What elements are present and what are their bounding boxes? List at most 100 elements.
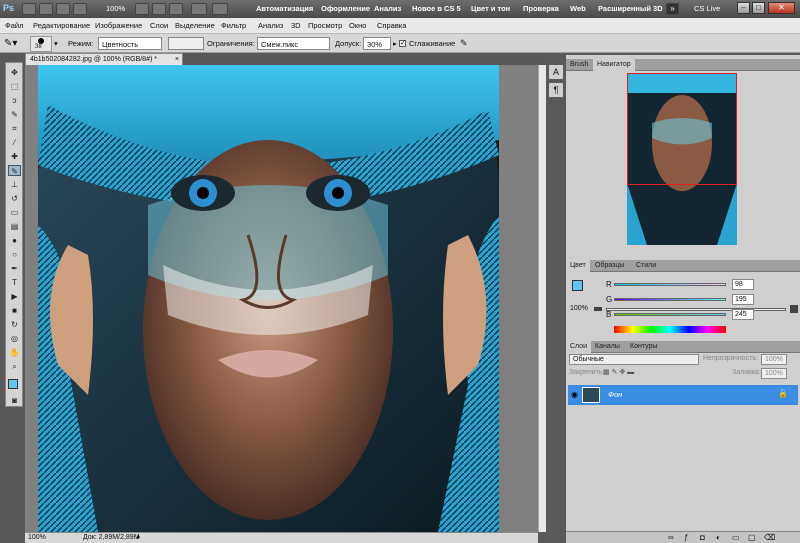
eyedropper-tool-icon[interactable]: ⁄ — [8, 137, 21, 148]
opacity-input[interactable]: 100% — [761, 354, 787, 365]
workspace-6[interactable]: Web — [570, 3, 586, 15]
shape-tool-icon[interactable]: ■ — [8, 305, 21, 316]
pressure-icon[interactable]: ✎ — [460, 37, 468, 50]
new-layer-icon[interactable]: ▢ — [748, 533, 756, 542]
zoom-level[interactable]: 100% — [106, 3, 125, 15]
tab-close-icon[interactable]: × — [175, 54, 179, 65]
extras-icon[interactable] — [56, 3, 70, 15]
antialias-checkbox[interactable]: ✓ — [399, 40, 406, 47]
history-brush-icon[interactable]: ↺ — [8, 193, 21, 204]
menu-view[interactable]: Просмотр — [308, 18, 342, 34]
tolerance-input[interactable]: 30% — [363, 37, 391, 50]
menu-edit[interactable]: Редактирование — [33, 18, 90, 34]
more-workspaces-icon[interactable]: » — [666, 3, 679, 15]
3d-rotate-icon[interactable]: ↻ — [8, 319, 21, 330]
screen-mode-icon[interactable] — [212, 3, 228, 15]
color-fg-swatch[interactable] — [572, 280, 583, 291]
tab-brush[interactable]: Brush — [566, 59, 592, 71]
character-panel-icon[interactable]: A — [549, 65, 563, 79]
hand-tool-icon[interactable]: ✋ — [8, 347, 21, 358]
sampling-buttons[interactable] — [168, 37, 204, 50]
gradient-tool-icon[interactable]: ▤ — [8, 221, 21, 232]
zoom-tool-icon-2[interactable]: ⌕ — [8, 361, 21, 372]
document-tab[interactable]: 4b1b502084282.jpg @ 100% (RGB/8#) * × — [25, 53, 183, 65]
adjustment-icon[interactable]: ◐ — [716, 533, 721, 542]
channel-g-value[interactable]: 195 — [732, 294, 754, 305]
workspace-7[interactable]: Расширенный 3D — [598, 3, 663, 15]
crop-tool-icon[interactable]: ⌗ — [8, 123, 21, 134]
path-select-icon[interactable]: ▶ — [8, 291, 21, 302]
lasso-tool-icon[interactable]: ↄ — [8, 95, 21, 106]
close-icon[interactable]: ✕ — [768, 2, 795, 14]
menu-window[interactable]: Окно — [349, 18, 366, 34]
brush-picker[interactable]: 38 — [30, 36, 52, 52]
color-ramp[interactable] — [614, 326, 726, 333]
cs-live[interactable]: CS Live — [694, 3, 720, 15]
document-image[interactable] — [38, 65, 499, 532]
tolerance-dropdown-icon[interactable]: ▸ — [393, 37, 397, 50]
zoom-in-icon[interactable] — [790, 305, 798, 313]
group-icon[interactable]: ▭ — [732, 533, 740, 542]
tab-layers[interactable]: Слои — [566, 341, 592, 353]
tab-swatches[interactable]: Образцы — [591, 260, 628, 272]
menu-layers[interactable]: Слои — [150, 18, 168, 34]
quick-select-tool-icon[interactable]: ✎ — [8, 109, 21, 120]
layer-name[interactable]: Фон — [608, 390, 622, 399]
workspace-4[interactable]: Цвет и тон — [471, 3, 510, 15]
quick-mask-icon[interactable]: ◙ — [8, 395, 21, 406]
channel-b-slider[interactable] — [614, 313, 726, 316]
tab-channels[interactable]: Каналы — [591, 341, 624, 353]
workspace-5[interactable]: Проверка — [523, 3, 559, 15]
view-grid-icon[interactable] — [73, 3, 87, 15]
eraser-tool-icon[interactable]: ▭ — [8, 207, 21, 218]
bridge-icon[interactable] — [22, 3, 36, 15]
type-tool-icon[interactable]: T — [8, 277, 21, 288]
brush-tool-icon[interactable]: ✎ — [8, 165, 21, 176]
menu-help[interactable]: Справка — [377, 18, 406, 34]
menu-filter[interactable]: Фильтр — [221, 18, 246, 34]
visibility-eye-icon[interactable]: ◉ — [571, 390, 578, 399]
tab-navigator[interactable]: Навигатор — [593, 59, 635, 71]
menu-file[interactable]: Файл — [5, 18, 23, 34]
channel-b-value[interactable]: 245 — [732, 309, 754, 320]
lock-icons[interactable]: ▦ ✎ ✥ ▬ — [603, 368, 634, 376]
mode-select[interactable]: Цветность — [98, 37, 162, 50]
3d-orbit-icon[interactable]: ◎ — [8, 333, 21, 344]
minimize-icon[interactable]: – — [737, 2, 750, 14]
channel-r-slider[interactable] — [614, 283, 726, 286]
status-menu-icon[interactable]: ▸ — [137, 533, 141, 543]
navigator-zoom[interactable]: 100% — [570, 305, 588, 312]
blend-mode-select[interactable]: Обычные — [569, 354, 699, 365]
foreground-color-swatch[interactable] — [8, 379, 18, 389]
limits-select[interactable]: Смеж.пикс — [257, 37, 330, 50]
zoom-out-icon[interactable] — [594, 307, 602, 311]
layer-row-background[interactable]: ◉ Фон 🔒 — [568, 385, 798, 405]
pen-tool-icon[interactable]: ✒ — [8, 263, 21, 274]
dodge-tool-icon[interactable]: ○ — [8, 249, 21, 260]
workspace-0[interactable]: Автоматизация — [256, 3, 313, 15]
fx-icon[interactable]: ƒ — [684, 533, 688, 542]
channel-r-value[interactable]: 98 — [732, 279, 754, 290]
menu-3d[interactable]: 3D — [291, 18, 301, 34]
rotate-view-icon[interactable] — [169, 3, 183, 15]
workspace-3[interactable]: Новое в CS 5 — [412, 3, 461, 15]
minibridge-icon[interactable] — [39, 3, 53, 15]
menu-select[interactable]: Выделение — [175, 18, 215, 34]
maximize-icon[interactable]: □ — [752, 2, 765, 14]
move-tool-icon[interactable]: ✥ — [8, 67, 21, 78]
menu-analysis[interactable]: Анализ — [258, 18, 283, 34]
hand-icon[interactable] — [135, 3, 149, 15]
menu-image[interactable]: Изображение — [95, 18, 142, 34]
marquee-tool-icon[interactable]: ⬚ — [8, 81, 21, 92]
blur-tool-icon[interactable]: ● — [8, 235, 21, 246]
color-replacement-tool-icon[interactable]: ✎▾ — [4, 37, 17, 50]
healing-tool-icon[interactable]: ✚ — [8, 151, 21, 162]
arrange-icon[interactable] — [191, 3, 207, 15]
workspace-1[interactable]: Оформление — [321, 3, 370, 15]
workspace-2[interactable]: Анализ — [374, 3, 401, 15]
vertical-scrollbar[interactable] — [538, 65, 546, 532]
zoom-tool-icon[interactable] — [152, 3, 166, 15]
stamp-tool-icon[interactable]: ⊥ — [8, 179, 21, 190]
channel-g-slider[interactable] — [614, 298, 726, 301]
paragraph-panel-icon[interactable]: ¶ — [549, 83, 563, 97]
